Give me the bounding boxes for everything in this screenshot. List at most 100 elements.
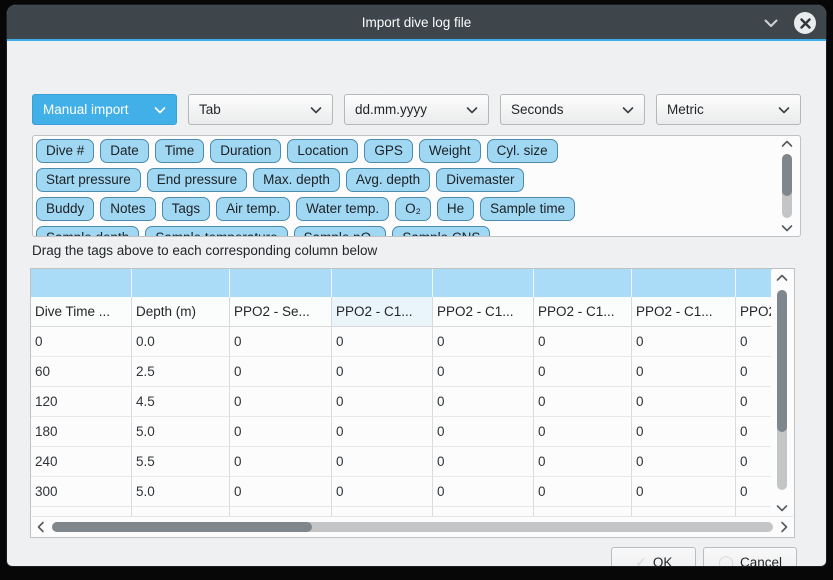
table-cell: 0 <box>31 327 132 357</box>
table-cell: 0 <box>534 417 632 447</box>
scroll-right-icon[interactable] <box>775 521 793 533</box>
field-tag[interactable]: Start pressure <box>36 168 141 192</box>
table-cell: 2.5 <box>132 357 230 387</box>
scroll-left-icon[interactable] <box>32 521 50 533</box>
field-tag[interactable]: Divemaster <box>436 168 524 192</box>
table-row: 1204.5000000 <box>31 387 772 417</box>
scroll-up-icon[interactable] <box>771 274 793 282</box>
field-tag[interactable]: He <box>437 197 474 221</box>
cancel-button[interactable]: ◯ Cancel <box>703 547 797 566</box>
table-cell: 0 <box>332 447 433 477</box>
combo-value: Seconds <box>511 102 622 117</box>
field-tag[interactable]: Buddy <box>36 197 94 221</box>
import-dialog-window: Import dive log file Manual import Tab dd.… <box>7 5 826 566</box>
scroll-up-icon[interactable] <box>778 140 796 148</box>
scroll-down-icon[interactable] <box>771 504 793 512</box>
tag-row: Start pressureEnd pressureMax. depthAvg.… <box>36 168 774 192</box>
field-tag[interactable]: Sample CNS <box>392 226 490 236</box>
table-cell: 0 <box>433 447 534 477</box>
cancel-button-label: Cancel <box>740 555 782 567</box>
field-separator-select[interactable]: Tab <box>188 94 333 125</box>
field-tag[interactable]: Sample pO₂ <box>294 226 387 236</box>
date-format-select[interactable]: dd.mm.yyyy <box>344 94 489 125</box>
import-mode-select[interactable]: Manual import <box>32 94 177 125</box>
chevron-down-icon[interactable] <box>762 14 780 32</box>
close-button[interactable] <box>794 12 816 34</box>
column-header[interactable]: PPO2 - C1... <box>332 297 433 327</box>
column-drop-target[interactable] <box>534 269 632 297</box>
column-header[interactable]: PPO2 - C1... <box>534 297 632 327</box>
ok-button[interactable]: ✓ OK <box>611 547 696 566</box>
column-drop-target[interactable] <box>736 269 772 297</box>
field-tag[interactable]: Water temp. <box>296 197 389 221</box>
field-tag[interactable]: Dive # <box>36 139 94 163</box>
combo-value: Manual import <box>43 102 154 117</box>
column-header[interactable]: PPO2 <box>736 297 772 327</box>
scrollbar-track[interactable] <box>52 522 773 532</box>
column-drop-target[interactable] <box>230 269 332 297</box>
column-drop-target[interactable] <box>332 269 433 297</box>
scrollbar-thumb[interactable] <box>52 522 312 532</box>
chevron-down-icon <box>466 106 478 114</box>
check-icon: ✓ <box>635 554 647 567</box>
dialog-content: Manual importTabdd.mm.yyyySecondsMetric … <box>7 41 826 564</box>
column-drop-target[interactable] <box>132 269 230 297</box>
titlebar-buttons <box>762 5 816 41</box>
column-header[interactable]: PPO2 - Se... <box>230 297 332 327</box>
window-title: Import dive log file <box>362 15 472 30</box>
field-tag[interactable]: Location <box>287 139 358 163</box>
field-tag[interactable]: End pressure <box>147 168 247 192</box>
tag-row: BuddyNotes TagsAir temp.Water temp.O₂HeSa… <box>36 197 774 221</box>
scrollbar-thumb[interactable] <box>782 154 792 196</box>
units-select[interactable]: Metric <box>656 94 801 125</box>
field-tag[interactable]: Sample time <box>480 197 575 221</box>
column-header[interactable]: PPO2 - C1... <box>632 297 736 327</box>
field-tag[interactable]: O₂ <box>395 197 431 221</box>
table-cell: 4.5 <box>132 387 230 417</box>
field-tag[interactable]: Tags <box>162 197 211 221</box>
column-header[interactable]: Dive Time ... <box>31 297 132 327</box>
field-tag[interactable]: GPS <box>364 139 413 163</box>
field-tag[interactable]: Date <box>100 139 149 163</box>
table-cell: 0 <box>534 477 632 507</box>
column-drop-target[interactable] <box>433 269 534 297</box>
field-tag[interactable]: Sample depth <box>36 226 139 236</box>
table-cell: 0 <box>230 447 332 477</box>
field-tag[interactable]: Air temp. <box>216 197 290 221</box>
field-tag[interactable]: Weight <box>419 139 481 163</box>
table-cell: 0 <box>332 417 433 447</box>
column-header[interactable]: PPO2 - C1... <box>433 297 534 327</box>
table-cell: 0 <box>736 477 772 507</box>
table-cell: 0 <box>534 357 632 387</box>
table-vertical-scrollbar[interactable] <box>771 270 793 516</box>
combo-value: dd.mm.yyyy <box>355 102 466 117</box>
table-cell: 0 <box>433 477 534 507</box>
scrollbar-thumb[interactable] <box>777 290 787 432</box>
tag-pool-scrollbar[interactable] <box>778 140 796 234</box>
field-tag[interactable]: Sample temperature <box>145 226 287 236</box>
field-tag[interactable]: Avg. depth <box>346 168 430 192</box>
table-cell: 180 <box>31 417 132 447</box>
field-tag[interactable]: Cyl. size <box>487 139 558 163</box>
table-cell: 0 <box>534 447 632 477</box>
field-tag[interactable]: Duration <box>210 139 281 163</box>
chevron-down-icon <box>310 106 322 114</box>
table-cell: 0 <box>736 327 772 357</box>
column-header[interactable]: Depth (m) <box>132 297 230 327</box>
column-drop-target[interactable] <box>632 269 736 297</box>
scroll-down-icon[interactable] <box>778 224 796 232</box>
table-cell: 0 <box>230 387 332 417</box>
ok-button-label: OK <box>653 555 673 567</box>
column-drop-target[interactable] <box>31 269 132 297</box>
combo-value: Metric <box>667 102 778 117</box>
table-horizontal-scrollbar[interactable] <box>32 516 793 536</box>
field-tag[interactable]: Notes <box>100 197 155 221</box>
table-row: Dive Time ...Depth (m)PPO2 - Se...PPO2 -… <box>31 297 772 327</box>
close-icon <box>800 18 811 29</box>
duration-format-select[interactable]: Seconds <box>500 94 645 125</box>
table-cell: 240 <box>31 447 132 477</box>
field-tag[interactable]: Max. depth <box>253 168 340 192</box>
csv-mapping-table: Dive Time ...Depth (m)PPO2 - Se...PPO2 -… <box>30 268 795 538</box>
field-tag[interactable]: Time <box>155 139 205 163</box>
chevron-down-icon <box>778 106 790 114</box>
